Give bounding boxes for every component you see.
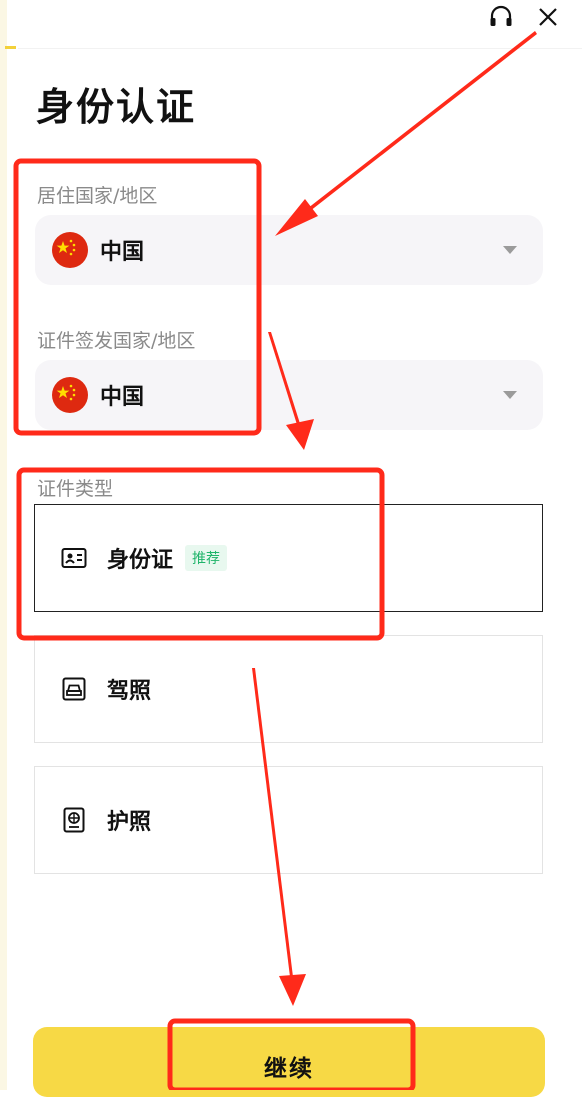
support-button[interactable]: [486, 2, 516, 32]
residence-value: 中国: [100, 240, 145, 265]
close-button[interactable]: [533, 2, 563, 32]
progress-indicator: [5, 46, 16, 49]
left-edge-strip: [0, 0, 7, 1090]
continue-label: 继续: [264, 1056, 314, 1082]
continue-button[interactable]: 继续: [33, 1027, 545, 1097]
document-type-label: 证件类型: [37, 478, 114, 500]
header-divider: [18, 48, 582, 49]
chevron-down-icon: [503, 391, 517, 399]
doc-option-passport[interactable]: 护照: [34, 766, 543, 874]
china-flag-icon: [52, 232, 88, 268]
china-flag-icon: [52, 377, 88, 413]
issuing-value: 中国: [100, 385, 145, 410]
chevron-down-icon: [503, 246, 517, 254]
doc-option-label: 护照: [107, 810, 152, 835]
annotation-arrow-shaft: [294, 31, 537, 222]
annotation-arrow-head: [279, 974, 306, 1006]
residence-select[interactable]: 中国: [35, 215, 543, 285]
page-title: 身份认证: [36, 85, 197, 129]
id-card-icon: [61, 548, 87, 568]
issuing-label: 证件签发国家/地区: [37, 330, 196, 352]
doc-option-label: 驾照: [107, 679, 152, 704]
doc-option-driver-license[interactable]: 驾照: [34, 635, 543, 743]
headset-icon: [490, 5, 512, 26]
doc-option-label: 身份证: [107, 548, 174, 573]
close-icon: [539, 8, 557, 26]
residence-label: 居住国家/地区: [37, 185, 158, 207]
passport-icon: [63, 807, 85, 833]
doc-option-id-card[interactable]: 身份证 推荐: [34, 504, 543, 612]
issuing-select[interactable]: 中国: [35, 360, 543, 430]
recommended-badge: 推荐: [185, 545, 228, 571]
car-icon: [62, 677, 86, 701]
